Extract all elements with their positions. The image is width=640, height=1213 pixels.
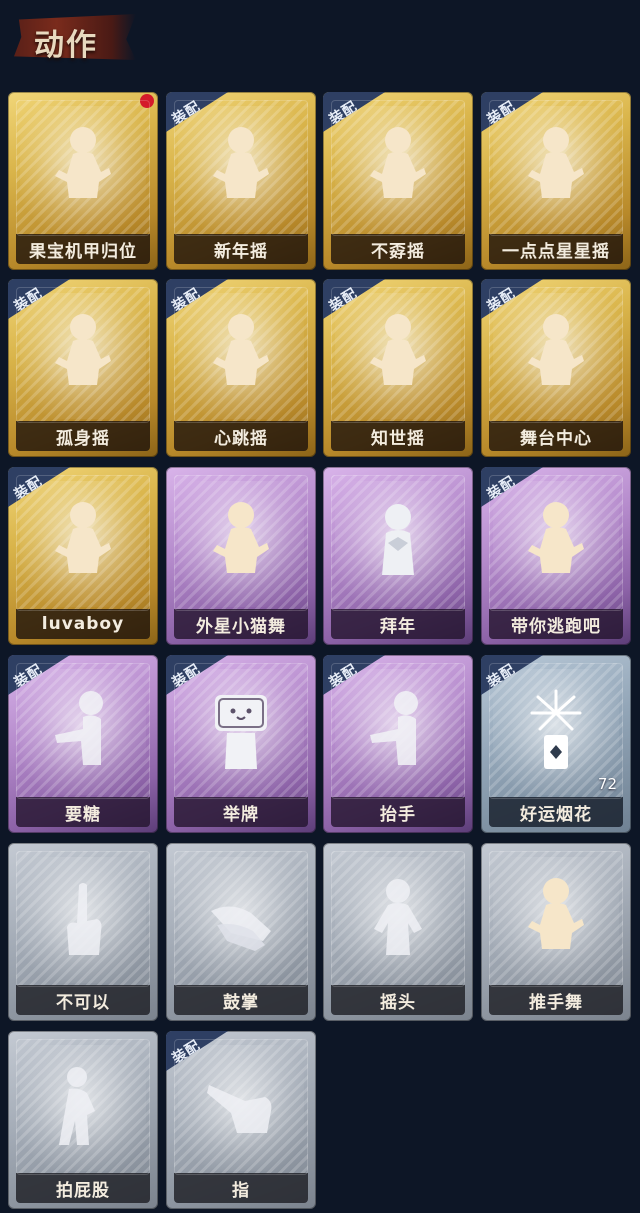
card-label-bar: 知世摇: [331, 421, 465, 451]
action-card[interactable]: 装配 带你逃跑吧: [481, 467, 631, 645]
action-card[interactable]: 鼓掌: [166, 843, 316, 1021]
card-label: 新年摇: [214, 241, 268, 262]
card-label-bar: 要糖: [16, 797, 150, 827]
card-label-bar: 外星小猫舞: [174, 609, 308, 639]
card-label: 带你逃跑吧: [511, 616, 601, 637]
card-label-bar: 指: [174, 1173, 308, 1203]
firework-icon: [516, 683, 596, 783]
card-label-bar: 推手舞: [489, 985, 623, 1015]
action-card[interactable]: 装配 孤身摇: [8, 279, 158, 457]
action-card[interactable]: 推手舞: [481, 843, 631, 1021]
card-label-bar: 举牌: [174, 797, 308, 827]
card-label: 拜年: [380, 616, 416, 637]
card-label: 指: [232, 1180, 250, 1201]
card-label: luvaboy: [41, 614, 125, 634]
action-card[interactable]: 拍屁股: [8, 1031, 158, 1209]
card-label-bar: 孤身摇: [16, 421, 150, 451]
card-label-bar: 好运烟花: [489, 797, 623, 827]
card-label: 鼓掌: [223, 992, 259, 1013]
figure-dance-icon: [201, 495, 281, 595]
action-card[interactable]: 装配 举牌: [166, 655, 316, 833]
card-label: 舞台中心: [520, 428, 592, 449]
card-label-bar: 舞台中心: [489, 421, 623, 451]
action-card[interactable]: 摇头: [323, 843, 473, 1021]
figure-dance-icon: [43, 120, 123, 220]
figure-reach-icon: [43, 683, 123, 783]
card-label: 不孬摇: [371, 241, 425, 262]
card-label-bar: 摇头: [331, 985, 465, 1015]
clap-hands-icon: [201, 871, 281, 971]
card-label-bar: 不可以: [16, 985, 150, 1015]
figure-dance-icon: [43, 307, 123, 407]
card-label: 拍屁股: [56, 1180, 110, 1201]
action-card[interactable]: 装配 一点点星星摇: [481, 92, 631, 270]
card-label: 举牌: [223, 804, 259, 825]
figure-dance-icon: [516, 120, 596, 220]
card-label: 外星小猫舞: [196, 616, 286, 637]
action-card[interactable]: 装配 要糖: [8, 655, 158, 833]
figure-dance-icon: [516, 495, 596, 595]
card-label-bar: 果宝机甲归位: [16, 234, 150, 264]
card-label-bar: 拍屁股: [16, 1173, 150, 1203]
card-label-bar: 新年摇: [174, 234, 308, 264]
card-label: 抬手: [380, 804, 416, 825]
action-card[interactable]: 装配 知世摇: [323, 279, 473, 457]
action-card[interactable]: 装配 不孬摇: [323, 92, 473, 270]
point-hand-icon: [201, 1059, 281, 1159]
action-card[interactable]: 装配指: [166, 1031, 316, 1209]
card-label-bar: 不孬摇: [331, 234, 465, 264]
card-label: 要糖: [65, 804, 101, 825]
card-label: 推手舞: [529, 992, 583, 1013]
card-label-bar: 心跳摇: [174, 421, 308, 451]
action-card[interactable]: 拜年: [323, 467, 473, 645]
action-card[interactable]: 装配 舞台中心: [481, 279, 631, 457]
action-card[interactable]: 装配 抬手: [323, 655, 473, 833]
card-label-bar: 一点点星星摇: [489, 234, 623, 264]
new-indicator-dot: [140, 94, 154, 108]
card-label-bar: luvaboy: [16, 609, 150, 639]
card-label-bar: 鼓掌: [174, 985, 308, 1015]
action-card[interactable]: 装配 72 好运烟花: [481, 655, 631, 833]
card-label: 孤身摇: [56, 428, 110, 449]
figure-reach-icon: [358, 683, 438, 783]
figure-dance-icon: [201, 307, 281, 407]
card-label-bar: 拜年: [331, 609, 465, 639]
figure-dance-icon: [201, 120, 281, 220]
action-grid: 果宝机甲归位 装配 新年摇 装配 不孬摇 装配 一点点星星摇 装配 孤身摇 装配 心跳摇 装配 知世摇装…: [0, 0, 640, 1213]
card-label: 知世摇: [371, 428, 425, 449]
card-label-bar: 抬手: [331, 797, 465, 827]
action-card[interactable]: 装配 新年摇: [166, 92, 316, 270]
card-label: 一点点星星摇: [502, 241, 610, 262]
figure-dance-icon: [358, 307, 438, 407]
figure-dance-icon: [516, 871, 596, 971]
card-label: 摇头: [380, 992, 416, 1013]
figure-greet-icon: [358, 495, 438, 595]
action-card[interactable]: 装配 luvaboy: [8, 467, 158, 645]
figure-shake-icon: [358, 871, 438, 971]
card-label: 不可以: [56, 992, 110, 1013]
figure-sign-icon: [201, 683, 281, 783]
figure-slap-icon: [43, 1059, 123, 1159]
action-card[interactable]: 果宝机甲归位: [8, 92, 158, 270]
figure-dance-icon: [358, 120, 438, 220]
card-label: 好运烟花: [520, 804, 592, 825]
figure-dance-icon: [43, 495, 123, 595]
action-card[interactable]: 外星小猫舞: [166, 467, 316, 645]
action-card[interactable]: 装配 心跳摇: [166, 279, 316, 457]
card-label-bar: 带你逃跑吧: [489, 609, 623, 639]
action-card[interactable]: 不可以: [8, 843, 158, 1021]
item-count: 72: [597, 775, 617, 793]
card-label: 心跳摇: [214, 428, 268, 449]
figure-dance-icon: [516, 307, 596, 407]
finger-wag-icon: [43, 871, 123, 971]
card-label: 果宝机甲归位: [29, 241, 137, 262]
